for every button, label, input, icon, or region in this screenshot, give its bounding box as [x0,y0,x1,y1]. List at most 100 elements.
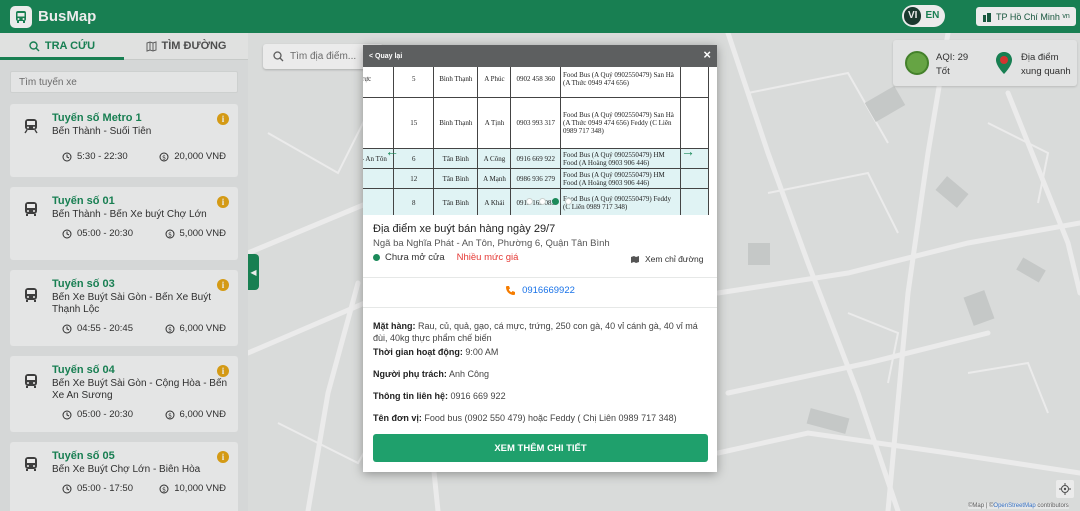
photo-schedule-table: Trực 5 Bình Thạnh A Phúc 0902 458 360 Fo… [363,67,710,215]
route-hours: 5:30 - 22:30 [62,151,128,162]
carousel-dots [523,198,575,205]
carousel-dot[interactable] [526,198,533,205]
close-icon[interactable]: × [703,48,711,62]
photo-cell: 8 [393,188,435,215]
view-more-details-button[interactable]: XEM THÊM CHI TIẾT [373,434,708,462]
map-icon [146,40,157,52]
carousel-dot-active[interactable] [552,198,559,205]
sidebar: TRA CỨU TÌM ĐƯỜNG Tuyến số Metro 1 Bến T… [0,33,248,511]
route-hours: 05:00 - 20:30 [62,409,133,420]
aqi-face-icon[interactable] [905,51,929,75]
photo-carousel[interactable]: Trực 5 Bình Thạnh A Phúc 0902 458 360 Fo… [363,67,717,215]
goods-value: Rau, củ, quả, gạo, cá mực, trứng, 250 co… [373,321,698,343]
info-icon[interactable]: i [217,279,229,291]
route-hours: 04:55 - 20:45 [62,323,133,334]
photo-cell: Tân Bình [433,168,479,189]
carousel-next-arrow-icon[interactable]: → [681,143,695,159]
route-search-input[interactable] [19,76,229,88]
photo-cell [363,188,395,215]
carousel-dot[interactable] [565,198,572,205]
phone-call-link[interactable]: 0916669922 [363,285,717,296]
route-fare-text: 10,000 VNĐ [174,483,226,494]
photo-cell: A Mạnh [477,168,512,189]
route-fare-text: 20,000 VNĐ [174,151,226,162]
photo-cell: Tân Bình [433,188,479,215]
clock-icon [62,410,72,419]
location-title: Địa điểm xe buýt bán hàng ngày 29/7 [373,223,556,235]
tab-directions[interactable]: TÌM ĐƯỜNG [124,33,248,59]
photo-table-row: 12 Tân Bình A Mạnh 0986 936 279 Food Bus… [363,168,710,189]
nearby-label-line2[interactable]: xung quanh [1021,66,1071,77]
price-level: Nhiều mức giá [456,252,519,263]
route-desc: Bến Xe Buýt Chợ Lớn - Biên Hòa [52,464,201,475]
photo-cell: A Tịnh [477,97,512,149]
nearby-label-line1[interactable]: Địa điểm [1021,52,1059,63]
location-address: Ngã ba Nghĩa Phát - An Tôn, Phường 6, Qu… [373,238,610,249]
nearby-places-icon[interactable] [994,51,1014,75]
photo-cell: 5 [393,67,435,98]
lang-en-option[interactable]: EN [921,7,943,25]
sidebar-tabs: TRA CỨU TÌM ĐƯỜNG [0,33,248,60]
route-hours-text: 5:30 - 22:30 [77,151,128,162]
coin-icon: $ [159,484,169,493]
info-icon[interactable]: i [217,365,229,377]
route-hours: 05:00 - 17:50 [62,483,133,494]
photo-cell [679,67,710,98]
route-fare: $ 6,000 VNĐ [165,323,226,334]
map-search-input[interactable] [290,51,370,62]
route-card[interactable]: Tuyến số 03 Bến Xe Buýt Sài Gòn - Bến Xe… [10,270,238,346]
back-button[interactable]: < Quay lại [369,53,402,60]
phone-icon [506,286,516,295]
route-card[interactable]: Tuyến số 04 Bến Xe Buýt Sài Gòn - Cộng H… [10,356,238,432]
osm-link[interactable]: OpenStreetMap [993,503,1035,509]
divider [363,277,717,278]
route-card[interactable]: Tuyến số Metro 1 Bến Thành - Suối Tiên i… [10,104,238,177]
app-name: BusMap [38,8,97,25]
route-card[interactable]: Tuyến số 01 Bến Thành - Bến Xe buýt Chợ … [10,187,238,260]
route-search-box[interactable] [10,71,238,93]
bus-icon [25,202,37,216]
route-fare: $ 20,000 VNĐ [159,151,226,162]
info-icon[interactable]: i [217,451,229,463]
lang-vi-option[interactable]: VI [904,7,922,25]
route-title: Tuyến số 05 [52,450,115,462]
metro-icon [24,119,38,134]
city-suffix: vn [1062,13,1070,20]
aqi-value: AQI: 29 [936,52,969,63]
svg-text:$: $ [168,326,172,333]
directions-link[interactable]: Xem chỉ đường [630,254,704,264]
coin-icon: $ [165,229,175,238]
photo-cell: Bình Thạnh [433,97,479,149]
person-value: Anh Công [448,369,489,379]
logo[interactable]: BusMap [10,5,97,28]
sidebar-collapse-button[interactable]: ◀ [248,254,259,290]
route-desc: Bến Xe Buýt Sài Gòn - Cộng Hòa - Bến Xe … [52,378,228,401]
city-selector[interactable]: TP Hồ Chí Minh vn [976,7,1076,26]
location-details: Mặt hàng: Rau, củ, quả, gạo, cá mực, trứ… [373,320,709,434]
info-icon[interactable]: i [217,113,229,125]
svg-text:$: $ [168,412,172,419]
photo-cell: 0903 993 317 [510,97,562,149]
photo-cell: 6 [393,148,435,169]
coin-icon: $ [159,152,169,161]
hours-label: Thời gian hoạt động: [373,347,463,357]
unit-value: Food bus (0902 550 479) hoặc Feddy ( Chị… [424,413,677,423]
bus-icon [25,457,37,471]
tab-search[interactable]: TRA CỨU [0,33,124,60]
carousel-prev-arrow-icon[interactable]: ← [385,143,399,159]
language-switch[interactable]: VI EN [902,5,946,27]
aqi-panel: AQI: 29 Tốt Địa điểm xung quanh [893,40,1077,86]
photo-cell: Food Bus (A Quý 0902550479) San Hà (A Th… [560,67,681,98]
my-location-button[interactable] [1056,480,1074,498]
attribution-suffix: contributors [1035,503,1069,509]
coin-icon: $ [165,410,175,419]
route-title: Tuyến số 01 [52,195,115,207]
route-desc: Bến Thành - Bến Xe buýt Chợ Lớn [52,209,207,220]
photo-cell: Food Bus (A Quý 0902550479) San Hà (A Th… [560,97,681,149]
info-icon[interactable]: i [217,196,229,208]
route-fare: $ 6,000 VNĐ [165,409,226,420]
route-card[interactable]: Tuyến số 05 Bến Xe Buýt Chợ Lớn - Biên H… [10,442,238,511]
carousel-dot[interactable] [539,198,546,205]
route-fare: $ 10,000 VNĐ [159,483,226,494]
bus-icon [25,374,37,388]
